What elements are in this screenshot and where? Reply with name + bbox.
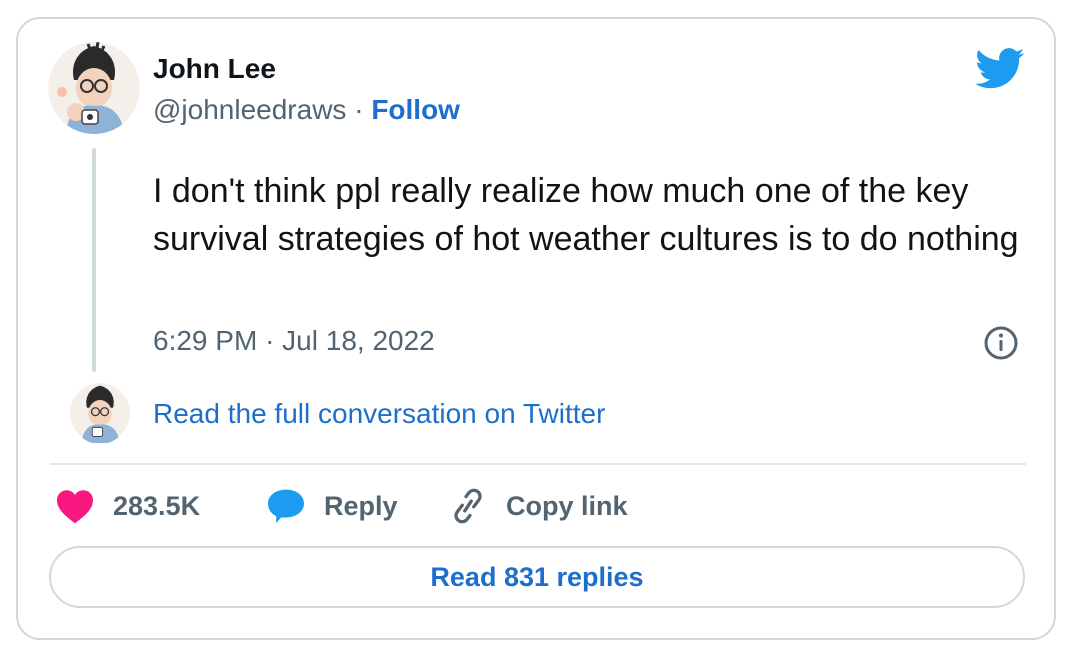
author-avatar[interactable] [48,42,140,134]
tweet-timestamp[interactable]: 6:29 PM · Jul 18, 2022 [153,325,435,357]
tweet-text: I don't think ppl really realize how muc… [153,172,1019,258]
reply-label: Reply [324,490,398,521]
twitter-bird-icon[interactable] [975,48,1025,90]
thread-connector-line [92,148,96,372]
copy-link-button[interactable]: Copy link [448,488,628,524]
follow-link[interactable]: Follow [371,94,460,125]
info-icon[interactable] [983,325,1019,361]
read-full-conversation-link[interactable]: Read the full conversation on Twitter [153,398,605,430]
speech-bubble-icon [268,489,304,524]
read-replies-label: Read 831 replies [430,561,644,592]
like-count: 283.5K [113,490,201,521]
author-handle[interactable]: @johnleedraws [153,94,346,125]
tweet-date[interactable]: Jul 18, 2022 [282,325,435,356]
conversation-avatar[interactable] [70,382,130,444]
tweet-time[interactable]: 6:29 PM [153,325,257,356]
author-handle-row: @johnleedraws · Follow [153,94,460,126]
reply-button[interactable]: Reply [266,488,398,524]
copy-link-label: Copy link [506,490,628,521]
handle-separator: · [354,94,364,125]
author-name[interactable]: John Lee [153,53,276,85]
timestamp-separator: · [265,325,275,356]
link-icon [454,488,482,524]
divider [50,463,1026,465]
read-replies-button[interactable]: Read 831 replies [49,546,1025,608]
heart-icon [57,490,93,524]
like-button[interactable]: 283.5K [55,488,200,524]
